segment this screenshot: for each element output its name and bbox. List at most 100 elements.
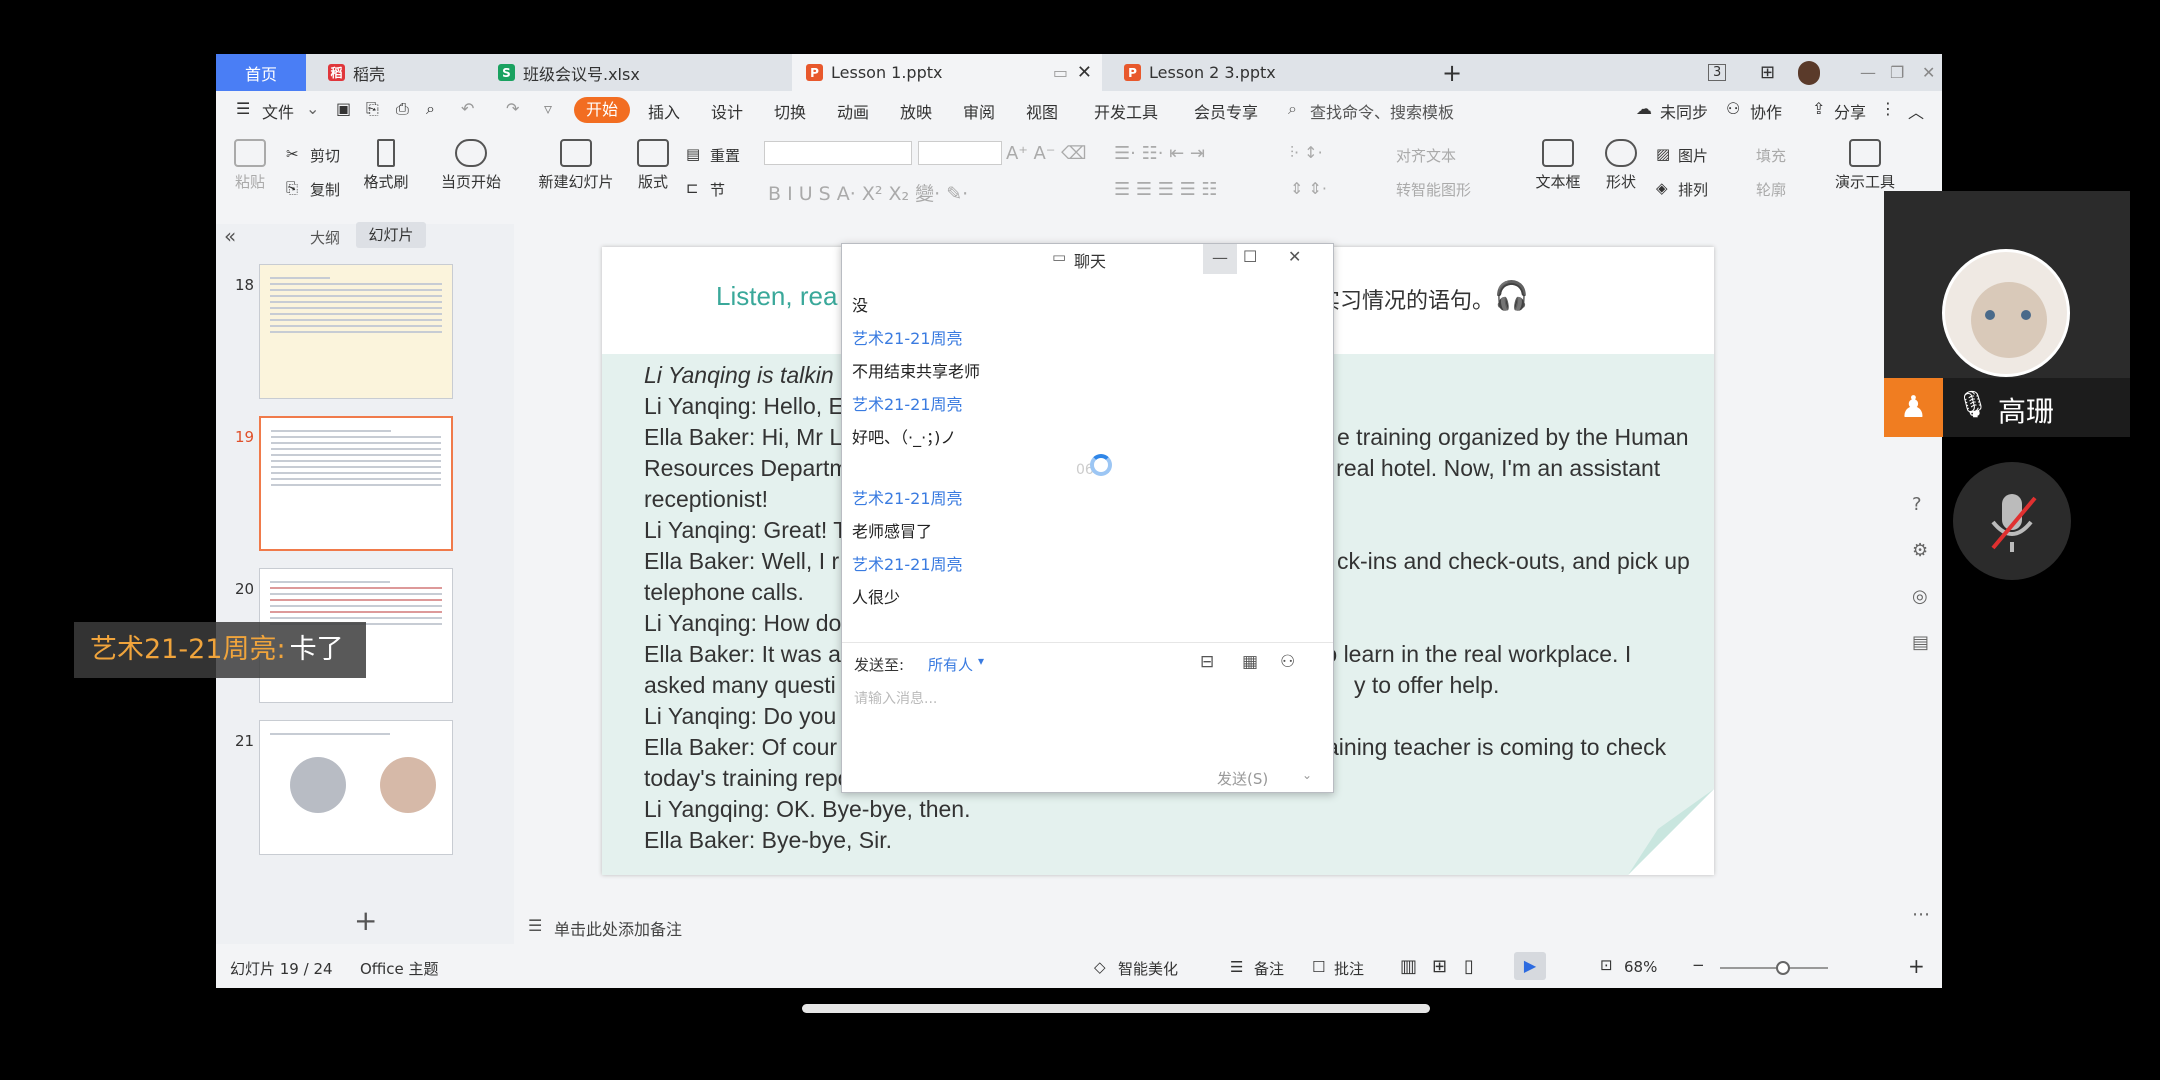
participant-video[interactable]: ♟ 🎙 高珊 — [1884, 191, 2130, 437]
tab-design[interactable]: 设计 — [711, 99, 743, 123]
tab-count-badge[interactable]: 3 — [1706, 54, 1742, 91]
zoom-slider-handle[interactable] — [1776, 961, 1790, 975]
folder-icon[interactable]: ⊟ — [1200, 652, 1214, 672]
send-options-icon[interactable]: ⌄ — [1302, 768, 1312, 782]
close-window-icon[interactable]: ✕ — [1908, 54, 1938, 91]
tab-member[interactable]: 会员专享 — [1194, 99, 1258, 123]
print-icon[interactable]: ⎙ — [396, 99, 409, 119]
presentation-tools-button[interactable]: 演示工具 — [1828, 139, 1902, 192]
notes-placeholder[interactable]: 单击此处添加备注 — [554, 916, 682, 940]
smartart-button[interactable]: 转智能图形 — [1396, 179, 1471, 200]
tab-lesson2[interactable]: P Lesson 2 3.pptx — [1110, 54, 1410, 91]
new-tab-button[interactable]: + — [1434, 54, 1474, 91]
font-size-tools-icon[interactable]: A⁺ A⁻ ⌫ — [1006, 143, 1087, 164]
notes-toggle-button[interactable]: 备注 — [1254, 958, 1284, 979]
tab-outline[interactable]: 大纲 — [310, 227, 340, 248]
arrange-button[interactable]: 排列 — [1678, 179, 1708, 200]
section-button[interactable]: 节 — [710, 179, 725, 200]
zoom-in-icon[interactable]: + — [1908, 954, 1925, 978]
tab-developer[interactable]: 开发工具 — [1094, 99, 1158, 123]
textbox-button[interactable]: 文本框 — [1528, 139, 1588, 192]
menu-file[interactable]: 文件 — [262, 99, 294, 123]
list-icons[interactable]: ☰· ☷· ⇤ ⇥ — [1114, 143, 1205, 164]
collapse-panel-icon[interactable]: « — [224, 224, 236, 248]
more-options-icon[interactable]: ⋯ — [1912, 904, 1930, 925]
normal-view-icon[interactable]: ▥ — [1400, 956, 1417, 977]
minimize-icon[interactable]: — — [1846, 54, 1876, 91]
navigation-icon[interactable]: ◎ — [1912, 586, 1928, 607]
tab-animation[interactable]: 动画 — [837, 99, 869, 123]
calendar-icon[interactable]: ▦ — [1242, 652, 1258, 672]
undo-icon[interactable]: ↶ — [461, 99, 474, 118]
avatar[interactable] — [1784, 54, 1820, 91]
align-icons[interactable]: ☰ ☰ ☰ ☰ ☷ — [1114, 179, 1218, 200]
export-icon[interactable]: ⎘ — [366, 99, 379, 119]
sorter-view-icon[interactable]: ⊞ — [1432, 956, 1447, 977]
paste-button[interactable]: 粘贴 — [228, 139, 272, 192]
comment-button[interactable]: 批注 — [1334, 958, 1364, 979]
text-direction-icons[interactable]: ⫶· ↕· — [1290, 143, 1323, 163]
tab-transition[interactable]: 切换 — [774, 99, 806, 123]
play-from-current-button[interactable]: 当页开始 — [426, 139, 516, 192]
layout-button[interactable]: 版式 — [628, 139, 678, 192]
tab-view[interactable]: 视图 — [1026, 99, 1058, 123]
text-style-icons[interactable]: B I U S A· X² X₂ 變· ✎· — [768, 179, 968, 206]
reading-view-icon[interactable]: ▯ — [1464, 956, 1474, 977]
format-painter-button[interactable]: 格式刷 — [356, 139, 416, 192]
grid-icon[interactable]: ⊞ — [1746, 54, 1782, 91]
zoom-level[interactable]: 68% — [1624, 958, 1657, 976]
quick-access-dropdown-icon[interactable]: ▿ — [544, 99, 552, 118]
cut-button[interactable]: 剪切 — [310, 145, 340, 166]
notes-bar[interactable]: ☰ 单击此处添加备注 — [516, 908, 1916, 944]
collapse-ribbon-icon[interactable]: ︿ — [1908, 99, 1924, 123]
copy-button[interactable]: 复制 — [310, 179, 340, 200]
command-search[interactable]: 查找命令、搜索模板 — [1310, 99, 1454, 123]
tab-review[interactable]: 审阅 — [963, 99, 995, 123]
line-spacing-icons[interactable]: ⇕ ⇕· — [1290, 179, 1327, 198]
redo-icon[interactable]: ↷ — [506, 99, 519, 118]
image-button[interactable]: 图片 — [1678, 145, 1708, 166]
muted-mic-button[interactable] — [1953, 462, 2071, 580]
more-icon[interactable]: ⋮ — [1880, 99, 1896, 118]
send-to-select[interactable]: 所有人 — [928, 654, 973, 675]
help-icon[interactable]: ? — [1912, 494, 1922, 515]
library-icon[interactable]: ▤ — [1912, 632, 1929, 653]
close-tab-icon[interactable]: ✕ — [1077, 62, 1092, 83]
share-button[interactable]: 分享 — [1834, 99, 1866, 123]
tab-slideshow[interactable]: 放映 — [900, 99, 932, 123]
zoom-out-icon[interactable]: − — [1692, 956, 1705, 974]
send-button[interactable]: 发送(S) — [1217, 768, 1268, 789]
user-icon[interactable]: ⚇ — [1280, 652, 1295, 672]
beautify-button[interactable]: 智能美化 — [1118, 958, 1178, 979]
chat-title-bar[interactable]: ▭ 聊天 — ☐ ✕ — [842, 244, 1333, 274]
slide-thumb-19[interactable] — [259, 416, 453, 551]
chat-minimize-button[interactable]: — — [1203, 244, 1237, 274]
font-name-select[interactable] — [764, 141, 912, 165]
font-size-select[interactable] — [918, 141, 1002, 165]
tab-lesson1[interactable]: P Lesson 1.pptx ▭ ✕ — [792, 54, 1102, 91]
add-slide-button[interactable]: + — [354, 904, 377, 937]
tab-start[interactable]: 开始 — [574, 97, 630, 123]
reset-button[interactable]: 重置 — [710, 145, 740, 166]
chat-maximize-button[interactable]: ☐ — [1243, 247, 1257, 266]
play-slideshow-button[interactable]: ▶ — [1514, 952, 1546, 980]
new-slide-button[interactable]: 新建幻灯片 — [526, 139, 626, 192]
fill-button[interactable]: 填充 — [1756, 145, 1786, 166]
maximize-icon[interactable]: ❐ — [1876, 54, 1906, 91]
properties-icon[interactable]: ⚙ — [1912, 540, 1928, 561]
chat-close-button[interactable]: ✕ — [1288, 247, 1301, 266]
shape-button[interactable]: 形状 — [1596, 139, 1646, 192]
save-icon[interactable]: ▣ — [336, 99, 351, 118]
slide-thumb-21[interactable] — [259, 720, 453, 855]
hamburger-icon[interactable]: ☰ — [236, 99, 250, 118]
outline-button[interactable]: 轮廓 — [1756, 179, 1786, 200]
unsynced-button[interactable]: 未同步 — [1660, 99, 1708, 123]
zoom-slider[interactable] — [1720, 961, 1828, 975]
theme-name[interactable]: Office 主题 — [360, 958, 439, 979]
print-preview-icon[interactable]: ⌕ — [426, 99, 435, 119]
tab-meeting-file[interactable]: S 班级会议号.xlsx — [484, 54, 774, 91]
fit-icon[interactable]: ⊡ — [1600, 956, 1613, 974]
tab-docer[interactable]: 稻稻壳 — [314, 54, 474, 91]
collab-button[interactable]: 协作 — [1750, 99, 1782, 123]
tab-home[interactable]: 首页 — [216, 54, 306, 91]
